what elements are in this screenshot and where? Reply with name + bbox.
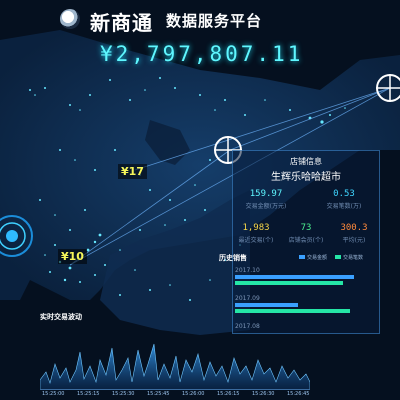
stat-value: 159.97	[249, 189, 283, 199]
history-count-bar	[235, 281, 343, 285]
platform-subtitle: 数据服务平台	[166, 12, 263, 30]
legend-count-label: 交易笔数	[343, 255, 364, 261]
city-value-marker[interactable]: ¥10	[58, 249, 87, 264]
legend-amount-label: 交易金额	[307, 255, 328, 261]
time-tick: 15:25:00	[42, 391, 65, 397]
stat-label: 最近交易(个)	[238, 237, 274, 244]
brand-title: 新商通	[90, 11, 153, 35]
history-year: 2017.08	[235, 323, 260, 330]
stat-value: 73	[300, 223, 312, 233]
store-name: 生辉乐哈哈超市	[271, 172, 341, 183]
time-tick: 15:25:45	[147, 391, 170, 397]
panel-title: 店铺信息	[290, 157, 322, 166]
stat-label: 平均(元)	[342, 237, 366, 244]
dashboard: 新商通 数据服务平台 ¥2,797,807.11 ¥17 ¥10 店铺信息 生辉…	[0, 0, 400, 400]
stat-value: 1,983	[242, 223, 270, 233]
store-info-panel: 店铺信息 生辉乐哈哈超市 159.97 交易金额(万元) 0.53 交易笔数(万…	[219, 150, 380, 334]
history-amount-bar	[235, 303, 298, 307]
wave-axis	[40, 389, 310, 390]
stat-value: 300.3	[340, 223, 368, 233]
time-tick: 15:26:15	[217, 391, 240, 397]
time-tick: 15:26:30	[252, 391, 275, 397]
stat-label: 交易笔数(万)	[326, 203, 362, 210]
time-tick: 15:26:00	[182, 391, 205, 397]
history-count-bar	[235, 309, 350, 313]
history-year: 2017.10	[235, 267, 260, 274]
history-title: 历史销售	[219, 254, 247, 262]
wave-area	[40, 343, 310, 390]
wave-title: 实时交易波动	[40, 313, 82, 321]
history-amount-bar	[235, 275, 354, 279]
stat-label: 店铺会员(个)	[288, 237, 324, 244]
time-tick: 15:25:30	[112, 391, 135, 397]
total-amount: ¥2,797,807.11	[100, 42, 304, 66]
stat-value: 0.53	[333, 189, 355, 199]
history-year: 2017.09	[235, 295, 260, 302]
transaction-wave-chart	[40, 343, 310, 390]
time-tick: 15:25:15	[77, 391, 100, 397]
legend-amount-swatch	[299, 255, 305, 259]
city-value-marker[interactable]: ¥17	[118, 164, 147, 179]
stat-label: 交易金额(万元)	[245, 203, 287, 210]
legend-count-swatch	[335, 255, 341, 259]
time-tick: 15:26:45	[287, 391, 310, 397]
logo-icon	[60, 9, 80, 29]
